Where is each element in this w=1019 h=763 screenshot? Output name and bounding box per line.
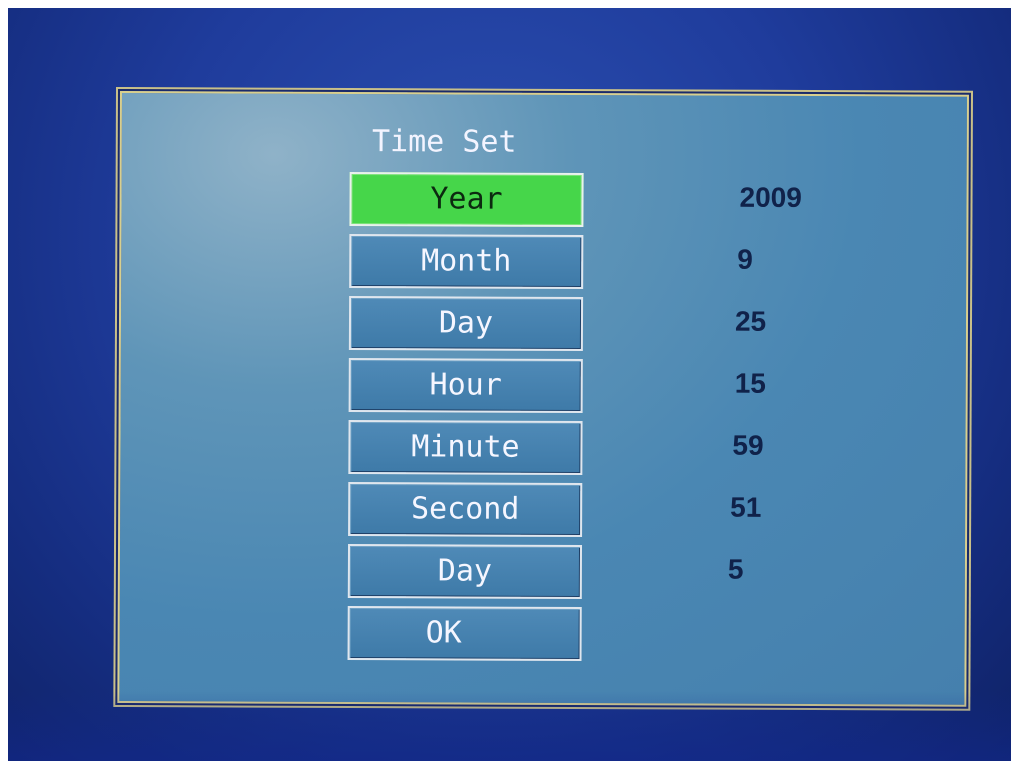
field-row-second: Second 51 — [348, 481, 1011, 541]
month-value: 9 — [737, 243, 753, 275]
year-button[interactable]: Year — [349, 172, 584, 228]
field-row-day: Day 25 — [348, 296, 1011, 355]
month-button[interactable]: Month — [349, 234, 584, 290]
monitor-screen: Time Set Year 2009 Month 9 Day 25 Hour 1… — [8, 8, 1011, 761]
year-value: 2009 — [739, 181, 802, 213]
hour-value: 15 — [734, 367, 766, 399]
weekday-value: 5 — [727, 553, 744, 585]
hour-button[interactable]: Hour — [348, 358, 583, 414]
second-value: 51 — [730, 491, 762, 523]
field-row-month: Month 9 — [349, 234, 1011, 293]
day-value: 25 — [734, 305, 767, 337]
field-row-minute: Minute 59 — [348, 420, 1011, 479]
field-row-ok: OK — [347, 605, 1011, 665]
field-row-weekday: Day 5 — [347, 543, 1011, 603]
minute-button[interactable]: Minute — [348, 420, 583, 476]
field-row-year: Year 2009 — [349, 172, 1011, 231]
minute-value: 59 — [732, 429, 764, 461]
day-button[interactable]: Day — [348, 296, 584, 352]
dialog-title: Time Set — [371, 124, 517, 160]
time-set-dialog: Time Set Year 2009 Month 9 Day 25 Hour 1… — [117, 91, 969, 707]
ok-button[interactable]: OK — [347, 605, 582, 662]
second-button[interactable]: Second — [348, 481, 583, 538]
field-row-hour: Hour 15 — [348, 358, 1011, 417]
weekday-button[interactable]: Day — [347, 543, 583, 600]
